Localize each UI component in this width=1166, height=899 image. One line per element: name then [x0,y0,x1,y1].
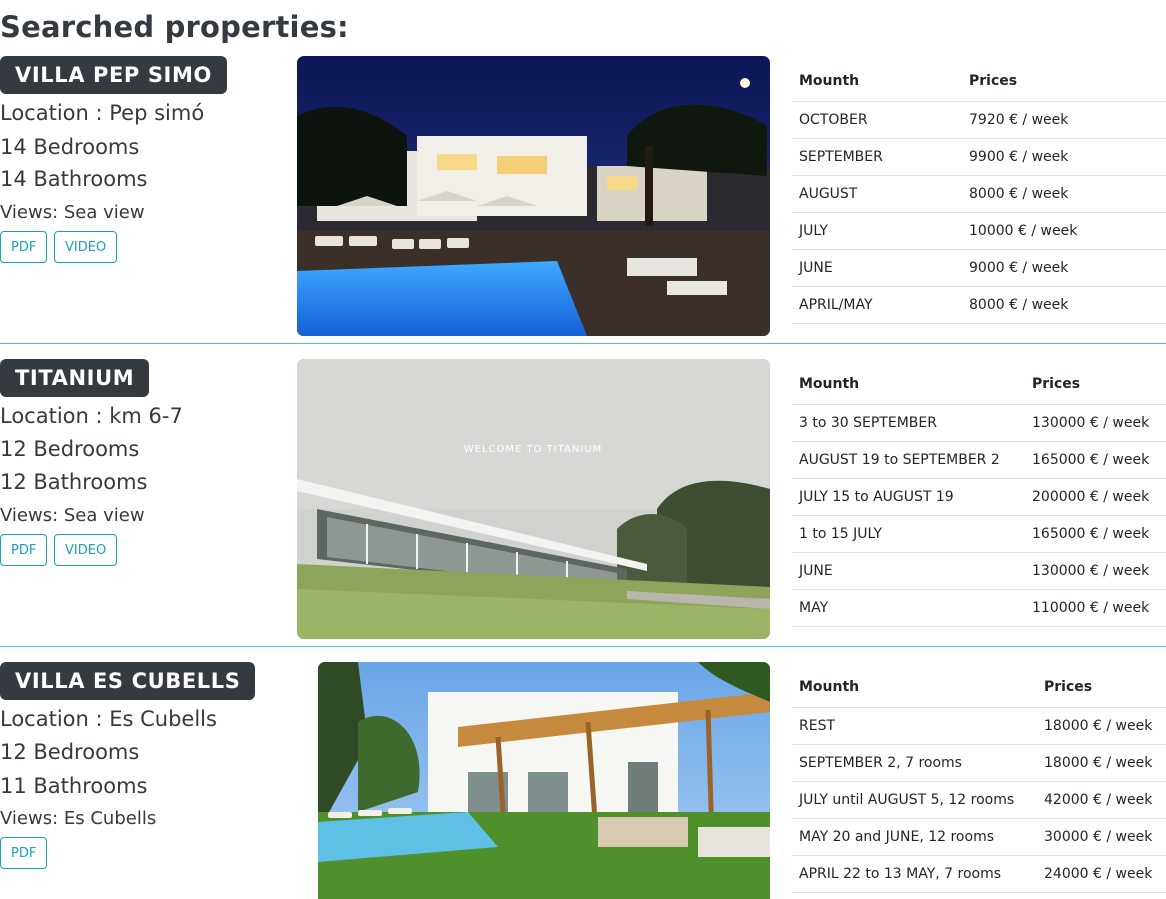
price-cell: 165000 € / week [1025,441,1166,479]
property-card-titanium: TITANIUM Location : km 6-7 12 Bedrooms 1… [0,359,1166,649]
table-header-row: Mounth Prices [792,61,1166,102]
month-cell: JUNE [792,552,1025,590]
price-cell: 165000 € / week [1025,515,1166,553]
month-cell: SEPTEMBER 2, 7 rooms [792,744,1037,782]
price-header: Prices [1037,667,1166,708]
price-cell: 10000 € / week [962,212,1166,250]
table-row: JUNE 9000 € / week [792,249,1166,287]
table-row: MAY 110000 € / week [792,589,1166,627]
price-cell: 18000 € / week [1037,744,1166,782]
price-cell: 200000 € / week [1025,478,1166,516]
month-cell: OCTOBER [792,101,962,139]
property-views: Views: Es Cubells [0,808,157,829]
month-cell: SEPTEMBER [792,138,962,176]
price-table: Mounth Prices OCTOBER 7920 € / week SEPTE… [792,61,1166,324]
property-location: Location : Es Cubells [0,707,217,731]
property-bedrooms: 12 Bedrooms [0,437,140,461]
table-row: APRIL/MAY 8000 € / week [792,286,1166,324]
property-name: VILLA ES CUBELLS [0,662,256,700]
month-cell: AUGUST [792,175,962,213]
property-location: Location : km 6-7 [0,404,183,428]
price-cell: 8000 € / week [962,175,1166,213]
month-cell: MAY [792,589,1025,627]
pdf-button[interactable]: PDF [0,534,48,566]
price-cell: 9900 € / week [962,138,1166,176]
property-bedrooms: 12 Bedrooms [0,740,140,764]
video-button[interactable]: VIDEO [54,231,118,263]
table-row: 3 to 30 SEPTEMBER 130000 € / week [792,404,1166,442]
property-divider [0,343,1166,344]
month-header: Mounth [792,667,1037,708]
pdf-button[interactable]: PDF [0,231,48,263]
table-row: SEPTEMBER 2, 7 rooms 18000 € / week [792,744,1166,782]
price-cell: 30000 € / week [1037,818,1166,856]
price-header: Prices [962,61,1166,102]
table-row: JULY until AUGUST 5, 12 rooms 42000 € / w… [792,781,1166,819]
month-cell: APRIL 22 to 13 MAY, 7 rooms [792,855,1037,893]
property-divider [0,646,1166,647]
month-cell: REST [792,707,1037,745]
month-cell: JULY [792,212,962,250]
table-header-row: Mounth Prices [792,364,1166,405]
price-cell: 130000 € / week [1025,404,1166,442]
price-cell: 130000 € / week [1025,552,1166,590]
page-title: Searched properties: [0,10,349,44]
table-row: SEPTEMBER 9900 € / week [792,138,1166,176]
table-header-row: Mounth Prices [792,667,1166,708]
property-card-villa-pep-simo: VILLA PEP SIMO Location : Pep simó 14 Be… [0,56,1166,346]
price-cell: 24000 € / week [1037,855,1166,893]
month-cell: MAY 20 and JUNE, 12 rooms [792,818,1037,856]
property-card-villa-es-cubells: VILLA ES CUBELLS Location : Es Cubells 1… [0,662,1166,899]
price-cell: 8000 € / week [962,286,1166,324]
month-header: Mounth [792,61,962,102]
property-views: Views: Sea view [0,202,145,223]
video-button[interactable]: VIDEO [54,534,118,566]
price-cell: 7920 € / week [962,101,1166,139]
property-bedrooms: 14 Bedrooms [0,135,140,159]
price-table: Mounth Prices 3 to 30 SEPTEMBER 130000 € … [792,364,1166,627]
table-row: JULY 10000 € / week [792,212,1166,250]
table-row: JULY 15 to AUGUST 19 200000 € / week [792,478,1166,516]
table-row: MAY 20 and JUNE, 12 rooms 30000 € / week [792,818,1166,856]
price-cell: 42000 € / week [1037,781,1166,819]
price-cell: 9000 € / week [962,249,1166,287]
property-name: VILLA PEP SIMO [0,56,227,94]
property-photo[interactable] [297,56,770,336]
month-cell: AUGUST 19 to SEPTEMBER 2 [792,441,1025,479]
table-row: APRIL 22 to 13 MAY, 7 rooms 24000 € / wee… [792,855,1166,893]
month-header: Mounth [792,364,1025,405]
property-bathrooms: 12 Bathrooms [0,470,148,494]
photo-caption: WELCOME TO TITANIUM [464,444,603,455]
price-cell: 18000 € / week [1037,707,1166,745]
price-table: Mounth Prices REST 18000 € / week SEPTEMB… [792,667,1166,893]
month-cell: APRIL/MAY [792,286,962,324]
property-name: TITANIUM [0,359,150,397]
month-cell: JUNE [792,249,962,287]
table-row: REST 18000 € / week [792,707,1166,745]
property-location: Location : Pep simó [0,101,205,125]
table-row: JUNE 130000 € / week [792,552,1166,590]
pdf-button[interactable]: PDF [0,837,48,869]
month-cell: JULY 15 to AUGUST 19 [792,478,1025,516]
price-cell: 110000 € / week [1025,589,1166,627]
property-photo[interactable]: WELCOME TO TITANIUM [297,359,770,639]
property-views: Views: Sea view [0,505,145,526]
month-cell: JULY until AUGUST 5, 12 rooms [792,781,1037,819]
month-cell: 3 to 30 SEPTEMBER [792,404,1025,442]
table-row: 1 to 15 JULY 165000 € / week [792,515,1166,553]
property-bathrooms: 14 Bathrooms [0,167,148,191]
property-photo[interactable] [318,662,770,899]
price-header: Prices [1025,364,1166,405]
property-bathrooms: 11 Bathrooms [0,774,148,798]
table-row: AUGUST 19 to SEPTEMBER 2 165000 € / week [792,441,1166,479]
month-cell: 1 to 15 JULY [792,515,1025,553]
table-row: OCTOBER 7920 € / week [792,101,1166,139]
table-row: AUGUST 8000 € / week [792,175,1166,213]
